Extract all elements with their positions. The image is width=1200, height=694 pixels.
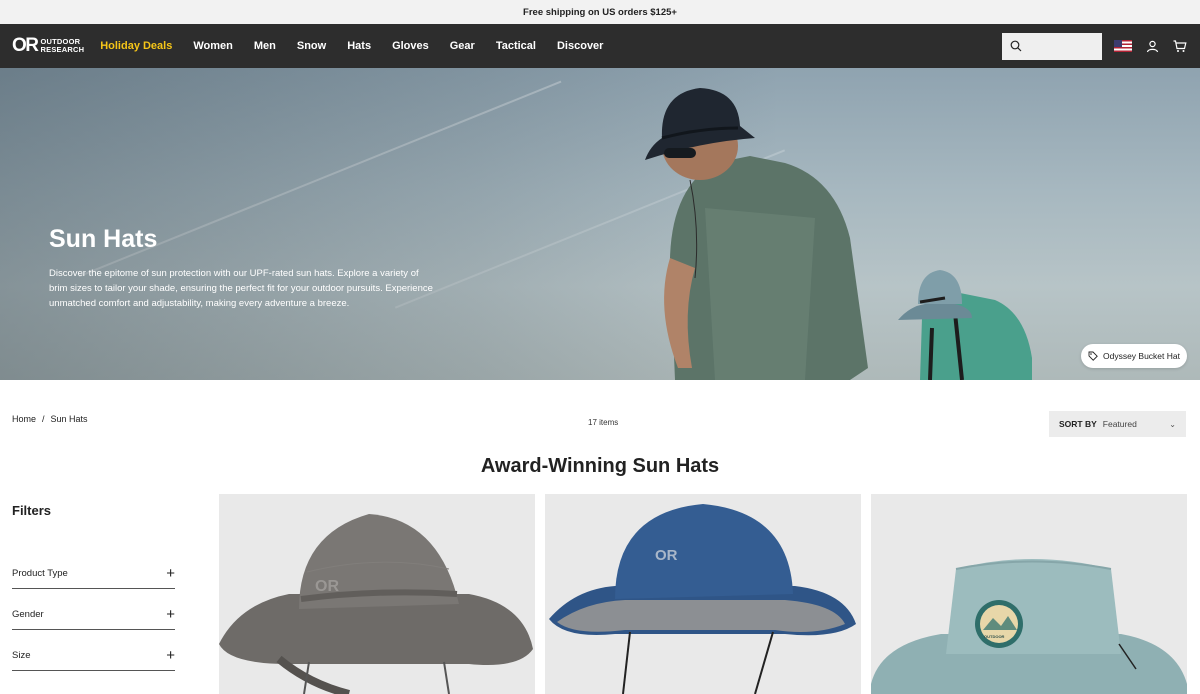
cart-button[interactable] <box>1172 38 1188 54</box>
filter-label: Product Type <box>12 568 68 579</box>
nav-item-women[interactable]: Women <box>193 40 233 52</box>
filter-size[interactable]: Size + <box>12 630 175 671</box>
nav-item-gloves[interactable]: Gloves <box>392 40 429 52</box>
logo-wordmark: OUTDOOR RESEARCH <box>41 38 85 54</box>
product-card[interactable]: OR <box>219 494 535 694</box>
helios-sun-hat-image: OR <box>549 504 856 694</box>
sort-dropdown[interactable]: SORT BY Featured ⌄ <box>1049 411 1186 437</box>
sombriolet-sun-hat-image: OR <box>219 514 533 694</box>
product-card[interactable]: OUTDOOR <box>871 494 1187 694</box>
account-button[interactable] <box>1144 38 1160 54</box>
item-count: 17 items <box>588 418 619 427</box>
filter-label: Size <box>12 650 31 661</box>
plus-icon: + <box>166 606 175 623</box>
main-navigation: OR OUTDOOR RESEARCH Holiday Deals Women … <box>0 24 1200 68</box>
filters-panel: Filters Product Type + Gender + Size + <box>12 503 175 671</box>
product-tag-label: Odyssey Bucket Hat <box>1102 351 1180 361</box>
search-box[interactable] <box>1002 32 1102 60</box>
nav-item-gear[interactable]: Gear <box>450 40 475 52</box>
brand-logo[interactable]: OR OUTDOOR RESEARCH <box>12 35 84 57</box>
nav-item-snow[interactable]: Snow <box>297 40 326 52</box>
user-icon <box>1146 40 1158 52</box>
logo-mark: OR <box>12 35 39 56</box>
nav-item-men[interactable]: Men <box>254 40 276 52</box>
cart-icon <box>1173 39 1187 52</box>
plus-icon: + <box>166 565 175 582</box>
filters-title: Filters <box>12 503 52 518</box>
svg-text:OR: OR <box>655 547 678 564</box>
section-title: Award-Winning Sun Hats <box>480 455 720 477</box>
breadcrumb: Home / Sun Hats <box>12 414 88 424</box>
promo-text: Free shipping on US orders $125+ <box>523 6 677 18</box>
hikers-image <box>645 88 1032 380</box>
nav-links: Holiday Deals Women Men Snow Hats Gloves… <box>100 40 603 52</box>
listing-toolbar: Home / Sun Hats 17 items SORT BY Feature… <box>0 380 1200 450</box>
hero-description: Discover the epitome of sun protection w… <box>49 268 433 309</box>
odyssey-bucket-hat-image: OUTDOOR <box>871 559 1187 694</box>
breadcrumb-current: Sun Hats <box>50 414 88 424</box>
nav-item-hats[interactable]: Hats <box>347 40 371 52</box>
product-card[interactable]: OR <box>545 494 861 694</box>
us-flag-icon[interactable] <box>1114 40 1132 52</box>
chevron-down-icon: ⌄ <box>1169 419 1176 429</box>
sort-value: Featured <box>1102 419 1137 429</box>
search-input[interactable] <box>1026 40 1096 52</box>
nav-item-tactical[interactable]: Tactical <box>496 40 536 52</box>
breadcrumb-separator: / <box>42 414 45 424</box>
promo-bar: Free shipping on US orders $125+ <box>0 0 1200 24</box>
tag-icon <box>1088 351 1098 361</box>
search-icon <box>1010 40 1022 52</box>
logo-line-2: RESEARCH <box>40 45 85 54</box>
page-title: Sun Hats <box>49 225 158 253</box>
nav-utilities <box>1002 24 1188 68</box>
hero-banner: Sun Hats Discover the epitome of sun pro… <box>0 68 1200 380</box>
filter-label: Gender <box>12 609 44 620</box>
nav-item-holiday-deals[interactable]: Holiday Deals <box>100 40 172 52</box>
nav-item-discover[interactable]: Discover <box>557 40 603 52</box>
breadcrumb-home[interactable]: Home <box>12 414 36 424</box>
plus-icon: + <box>166 647 175 664</box>
filter-gender[interactable]: Gender + <box>12 589 175 630</box>
filter-product-type[interactable]: Product Type + <box>12 548 175 589</box>
svg-text:OR: OR <box>315 578 339 595</box>
flag-canton <box>1114 40 1122 47</box>
product-tag-button[interactable]: Odyssey Bucket Hat <box>1080 344 1187 368</box>
sort-label: SORT BY <box>1059 419 1097 429</box>
svg-text:OUTDOOR: OUTDOOR <box>984 634 1005 639</box>
product-grid: OR OR OUTDOOR <box>219 494 1187 694</box>
